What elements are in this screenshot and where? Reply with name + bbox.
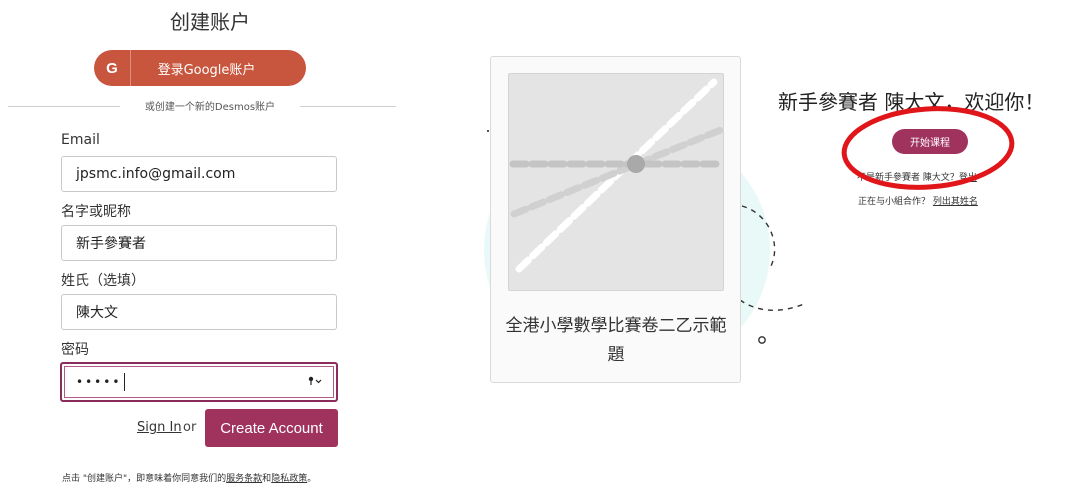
password-label: 密码 bbox=[61, 342, 89, 358]
privacy-policy-link[interactable]: 隐私政策 bbox=[271, 474, 307, 484]
surname-value: 陳大文 bbox=[76, 305, 118, 321]
name-field[interactable]: 新手參賽者 bbox=[61, 225, 337, 261]
terms-suffix: 。 bbox=[307, 474, 317, 484]
password-field[interactable]: ••••• bbox=[60, 362, 338, 402]
terms-text: 点击 "创建账户"，即意味着你同意我们的服务条款和隐私政策。 bbox=[62, 471, 316, 484]
surname-field[interactable]: 陳大文 bbox=[61, 294, 337, 330]
service-terms-link[interactable]: 服务条款 bbox=[226, 474, 262, 484]
signin-link[interactable]: Sign In bbox=[137, 420, 182, 435]
key-dropdown-icon[interactable] bbox=[308, 376, 322, 389]
password-value: ••••• bbox=[76, 375, 122, 389]
surname-label: 姓氏（选填） bbox=[61, 273, 145, 289]
or-text: or bbox=[183, 420, 197, 435]
name-value: 新手參賽者 bbox=[76, 236, 146, 252]
create-account-button[interactable]: Create Account bbox=[205, 409, 338, 447]
group-prefix: 正在与小組合作？ bbox=[858, 197, 931, 207]
text-caret bbox=[124, 373, 126, 391]
highlight-circle-annotation bbox=[841, 106, 1015, 190]
form-title: 创建账户 bbox=[170, 10, 250, 34]
email-label: Email bbox=[61, 132, 100, 148]
list-names-link[interactable]: 列出其姓名 bbox=[933, 197, 978, 207]
google-signin-button[interactable]: G 登录Google账户 bbox=[94, 50, 306, 86]
divider-text: 或创建一个新的Desmos账户 bbox=[120, 98, 300, 113]
decorative-dot bbox=[487, 130, 489, 132]
terms-prefix: 点击 "创建账户"，即意味着你同意我们的 bbox=[62, 474, 227, 484]
class-card-title: 全港小學數學比賽卷二乙示範題 bbox=[505, 316, 727, 365]
email-value: jpsmc.info@gmail.com bbox=[76, 166, 236, 182]
terms-and: 和 bbox=[262, 474, 272, 484]
name-label: 名字或昵称 bbox=[61, 204, 131, 220]
graph-lines-icon bbox=[508, 73, 724, 291]
google-icon: G bbox=[94, 50, 131, 86]
email-field[interactable]: jpsmc.info@gmail.com bbox=[61, 156, 337, 192]
google-button-label: 登录Google账户 bbox=[157, 62, 256, 78]
